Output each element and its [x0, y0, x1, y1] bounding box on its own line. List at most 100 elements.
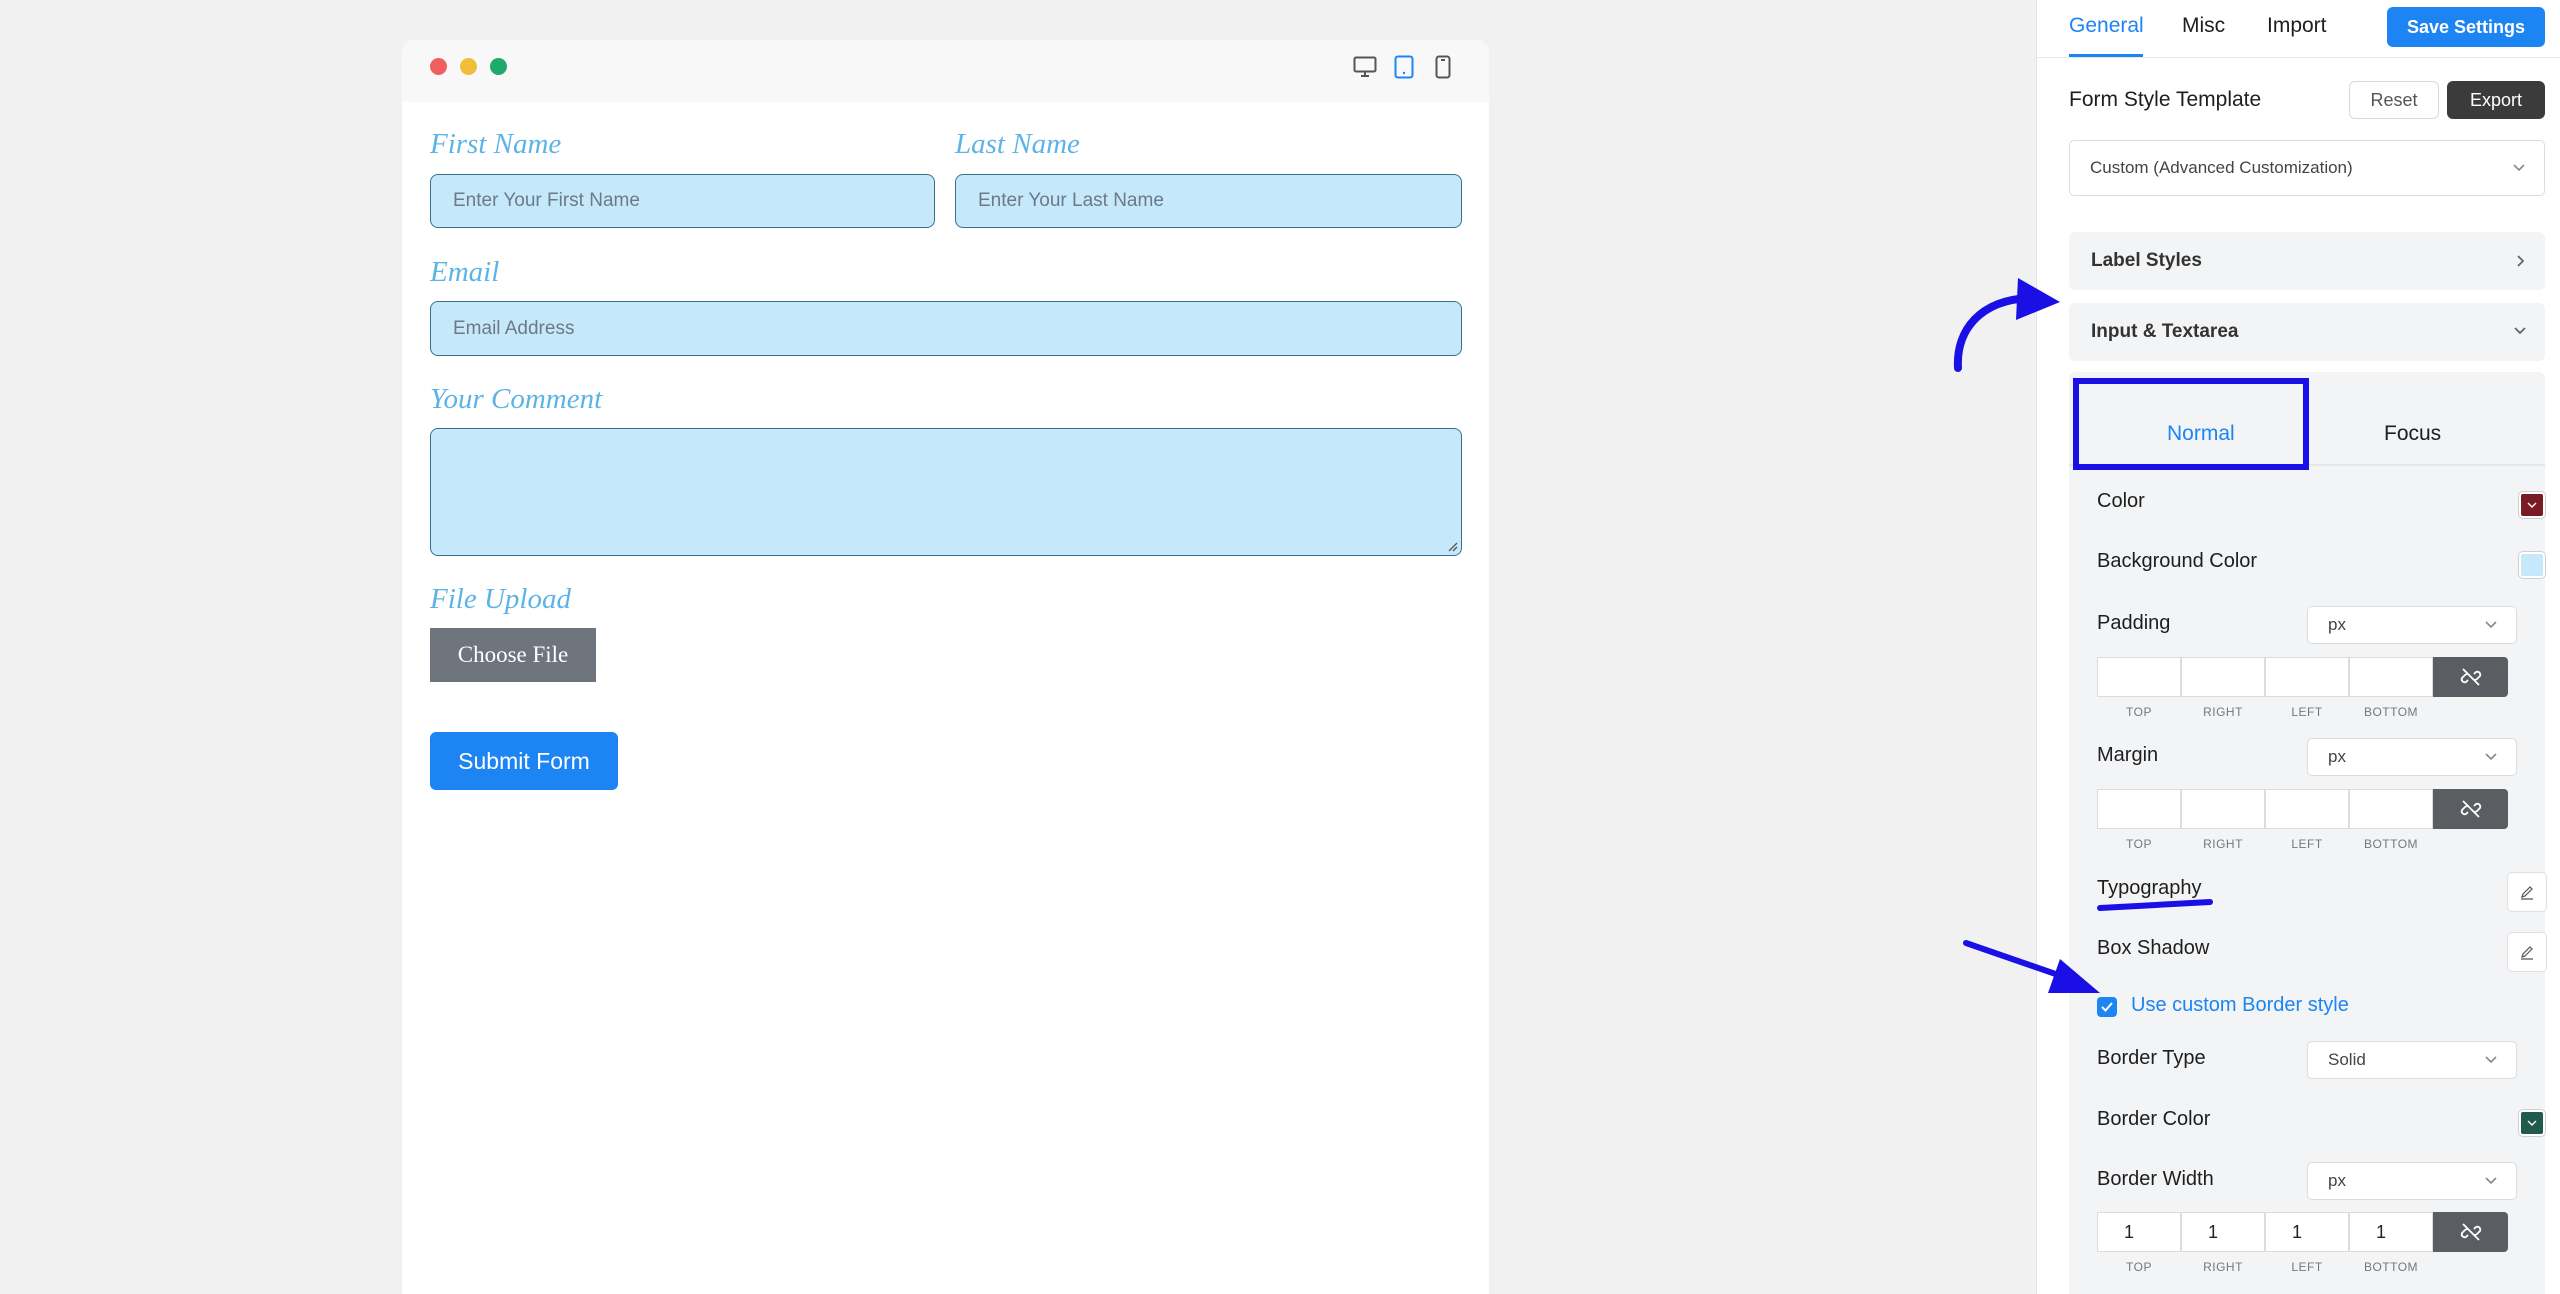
margin-bottom-input[interactable] [2349, 789, 2433, 829]
pencil-icon [2521, 946, 2533, 960]
padding-left-input[interactable] [2265, 657, 2349, 697]
border-width-right-input[interactable]: 1 [2181, 1212, 2265, 1252]
border-color-swatch[interactable] [2519, 1110, 2545, 1136]
last-name-input[interactable]: Enter Your Last Name [955, 174, 1462, 228]
tab-focus[interactable]: Focus [2384, 422, 2441, 446]
padding-unit-value: px [2328, 615, 2346, 634]
padding-bottom-input[interactable] [2349, 657, 2433, 697]
curved-arrow-annotation [1953, 278, 2060, 372]
tab-general[interactable]: General [2069, 14, 2144, 38]
margin-inputs: TOP RIGHT LEFT BOTTOM [2097, 789, 2508, 851]
window-maximize-dot [490, 58, 507, 75]
window-minimize-dot [460, 58, 477, 75]
margin-label: Margin [2097, 744, 2159, 766]
unlink-icon [2460, 1223, 2481, 1241]
comment-textarea[interactable] [430, 428, 1462, 556]
custom-border-label[interactable]: Use custom Border style [2131, 994, 2349, 1017]
chevron-down-icon [2527, 502, 2537, 508]
border-width-top-input[interactable]: 1 [2097, 1212, 2181, 1252]
padding-top-input[interactable] [2097, 657, 2181, 697]
margin-unlink-button[interactable] [2433, 789, 2508, 829]
reset-button[interactable]: Reset [2349, 81, 2439, 119]
unlink-icon [2460, 668, 2481, 686]
border-width-left-input[interactable]: 1 [2265, 1212, 2349, 1252]
border-width-bottom-input[interactable]: 1 [2349, 1212, 2433, 1252]
caption-top: TOP [2126, 705, 2152, 719]
active-tab-indicator [2069, 54, 2143, 57]
chevron-down-icon [2485, 621, 2497, 629]
submit-form-button[interactable]: Submit Form [430, 732, 618, 790]
margin-left-input[interactable] [2265, 789, 2349, 829]
caption-top: TOP [2126, 837, 2152, 851]
box-shadow-edit-button[interactable] [2507, 932, 2547, 972]
checkmark-icon [2101, 1002, 2113, 1012]
background-color-label: Background Color [2097, 550, 2258, 572]
chevron-down-icon [2485, 1056, 2497, 1064]
padding-unit-select[interactable]: px [2307, 606, 2517, 644]
typography-underline-annotation [2097, 899, 2213, 911]
typography-edit-button[interactable] [2507, 872, 2547, 912]
caption-bottom: BOTTOM [2363, 1260, 2419, 1274]
tablet-icon[interactable] [1391, 54, 1417, 80]
settings-tabs: General Misc Import Save Settings [2037, 0, 2560, 58]
template-select[interactable]: Custom (Advanced Customization) [2069, 140, 2545, 196]
tab-import[interactable]: Import [2267, 14, 2327, 38]
chevron-down-icon [2485, 1177, 2497, 1185]
border-width-inputs: 1 1 1 1 TOP RIGHT LEFT BOTTOM [2097, 1212, 2508, 1274]
custom-border-checkbox[interactable] [2097, 997, 2117, 1017]
margin-top-input[interactable] [2097, 789, 2181, 829]
border-type-label: Border Type [2097, 1047, 2206, 1069]
window-close-dot [430, 58, 447, 75]
border-color-label: Border Color [2097, 1108, 2211, 1130]
padding-label: Padding [2097, 612, 2171, 634]
border-width-unit-select[interactable]: px [2307, 1162, 2517, 1200]
caption-top: TOP [2126, 1260, 2152, 1274]
straight-arrow-annotation [1963, 940, 2100, 993]
accordion-label-styles[interactable]: Label Styles [2069, 232, 2545, 290]
first-name-label: First Name [430, 128, 562, 160]
padding-unlink-button[interactable] [2433, 657, 2508, 697]
normal-tab-highlight-box [2073, 378, 2309, 470]
file-upload-label: File Upload [430, 583, 571, 615]
email-label: Email [430, 256, 500, 288]
background-color-swatch[interactable] [2519, 552, 2545, 578]
settings-sidebar: General Misc Import Save Settings Form S… [2036, 0, 2560, 1294]
chevron-down-icon [2513, 164, 2525, 172]
margin-right-input[interactable] [2181, 789, 2265, 829]
margin-unit-select[interactable]: px [2307, 738, 2517, 776]
pencil-icon [2521, 886, 2533, 900]
save-settings-button[interactable]: Save Settings [2387, 7, 2545, 47]
border-width-unit-value: px [2328, 1171, 2346, 1190]
comment-label: Your Comment [430, 383, 603, 415]
template-select-value: Custom (Advanced Customization) [2090, 158, 2353, 177]
padding-right-input[interactable] [2181, 657, 2265, 697]
choose-file-button[interactable]: Choose File [430, 628, 596, 682]
border-type-select[interactable]: Solid [2307, 1041, 2517, 1079]
tab-misc[interactable]: Misc [2182, 14, 2225, 38]
margin-unit-value: px [2328, 747, 2346, 766]
form-preview: First Name Enter Your First Name Last Na… [402, 40, 1489, 1294]
email-input[interactable]: Email Address [430, 301, 1462, 356]
desktop-icon[interactable] [1352, 54, 1378, 80]
preview-toolbar [402, 40, 1489, 102]
caption-bottom: BOTTOM [2363, 705, 2419, 719]
caption-left: LEFT [2291, 837, 2323, 851]
border-width-unlink-button[interactable] [2433, 1212, 2508, 1252]
chevron-down-icon [2527, 1120, 2537, 1126]
resize-grip-icon[interactable] [1446, 540, 1458, 552]
accordion-input-textarea[interactable]: Input & Textarea [2069, 303, 2545, 361]
caption-left: LEFT [2291, 705, 2323, 719]
mobile-icon[interactable] [1430, 54, 1456, 80]
border-type-value: Solid [2328, 1050, 2366, 1069]
input-textarea-panel: Normal Focus Color Background Color Padd… [2069, 372, 2547, 1294]
color-swatch[interactable] [2519, 492, 2545, 518]
padding-inputs: TOP RIGHT LEFT BOTTOM [2097, 657, 2508, 719]
caption-right: RIGHT [2203, 1260, 2243, 1274]
first-name-input[interactable]: Enter Your First Name [430, 174, 935, 228]
export-button[interactable]: Export [2447, 81, 2545, 119]
box-shadow-label: Box Shadow [2097, 937, 2210, 959]
accordion-label-styles-title: Label Styles [2091, 250, 2202, 271]
chevron-down-icon [2485, 753, 2497, 761]
caption-right: RIGHT [2203, 705, 2243, 719]
caption-right: RIGHT [2203, 837, 2243, 851]
